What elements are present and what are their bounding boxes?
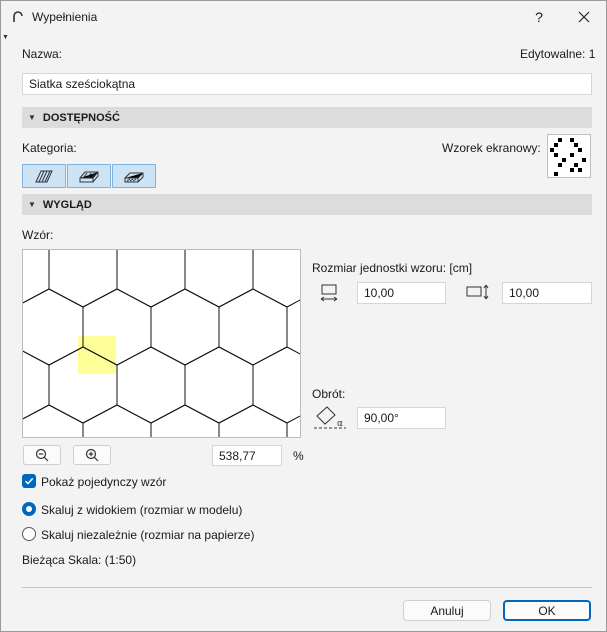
cut-fill-icon — [79, 171, 99, 183]
title-bar: Wypełnienia ? — [1, 1, 606, 33]
height-icon — [466, 284, 489, 300]
cover-fill-icon — [124, 172, 144, 183]
name-field[interactable]: Siatka sześciokątna — [22, 73, 592, 95]
footer-divider — [22, 587, 592, 588]
collapse-arrow-icon[interactable]: ▼ — [2, 34, 9, 41]
unit-size-label: Rozmiar jednostki wzoru: [cm] — [312, 261, 473, 275]
check-icon — [24, 477, 34, 485]
app-icon — [13, 11, 23, 22]
rotation-field[interactable]: 90,00° — [357, 407, 446, 429]
single-pattern-label: Pokaż pojedynczy wzór — [41, 475, 167, 489]
screen-pattern-label: Wzorek ekranowy: — [442, 141, 541, 155]
fills-dialog: Wypełnienia ? ▼ Nazwa: Edytowalne: 1 Sia… — [0, 0, 607, 632]
editable-count: Edytowalne: 1 — [520, 47, 596, 61]
appearance-section-title: WYGLĄD — [42, 198, 92, 211]
screen-pattern-icon — [550, 138, 586, 176]
window-title: Wypełnienia — [32, 10, 98, 24]
unit-height-field[interactable]: 10,00 — [502, 282, 592, 304]
availability-section-title: DOSTĘPNOŚĆ — [42, 111, 120, 124]
scale-independent-radio[interactable] — [22, 527, 36, 541]
close-button[interactable] — [562, 3, 606, 31]
collapse-icon: ▼ — [28, 113, 36, 122]
name-label: Nazwa: — [22, 47, 63, 61]
rotation-label: Obrót: — [312, 387, 346, 401]
availability-section-header[interactable]: ▼ DOSTĘPNOŚĆ — [22, 107, 592, 128]
current-scale-text: Bieżąca Skala: (1:50) — [22, 553, 137, 567]
rotation-angle-icon: α — [314, 406, 346, 429]
zoom-out-button[interactable] — [23, 445, 61, 465]
single-pattern-checkbox[interactable] — [22, 474, 36, 488]
zoom-in-icon — [85, 448, 99, 462]
zoom-field[interactable]: 538,77 — [212, 445, 282, 466]
scale-with-view-label: Skaluj z widokiem (rozmiar w modelu) — [41, 503, 243, 517]
category-cover-button[interactable] — [112, 164, 156, 188]
ok-button[interactable]: OK — [503, 600, 591, 621]
category-cut-button[interactable] — [67, 164, 111, 188]
scale-with-view-radio[interactable] — [22, 502, 36, 516]
zoom-in-button[interactable] — [73, 445, 111, 465]
pattern-unit-highlight — [78, 336, 116, 374]
category-label: Kategoria: — [22, 141, 77, 155]
hexagon-pattern — [23, 250, 300, 437]
appearance-section-header[interactable]: ▼ WYGLĄD — [22, 194, 592, 215]
cancel-button[interactable]: Anuluj — [403, 600, 491, 621]
screen-pattern-swatch[interactable] — [547, 134, 591, 178]
pattern-preview[interactable] — [22, 249, 301, 438]
help-button[interactable]: ? — [517, 3, 561, 31]
zoom-unit: % — [293, 449, 304, 463]
close-icon — [578, 11, 590, 23]
zoom-out-icon — [35, 448, 49, 462]
width-icon — [320, 284, 338, 302]
scale-independent-label: Skaluj niezależnie (rozmiar na papierze) — [41, 528, 255, 542]
drafting-fill-icon — [35, 170, 53, 183]
category-drafting-button[interactable] — [22, 164, 66, 188]
svg-text:α: α — [337, 419, 343, 429]
collapse-icon: ▼ — [28, 200, 36, 209]
pattern-label: Wzór: — [22, 228, 54, 242]
unit-width-field[interactable]: 10,00 — [357, 282, 446, 304]
